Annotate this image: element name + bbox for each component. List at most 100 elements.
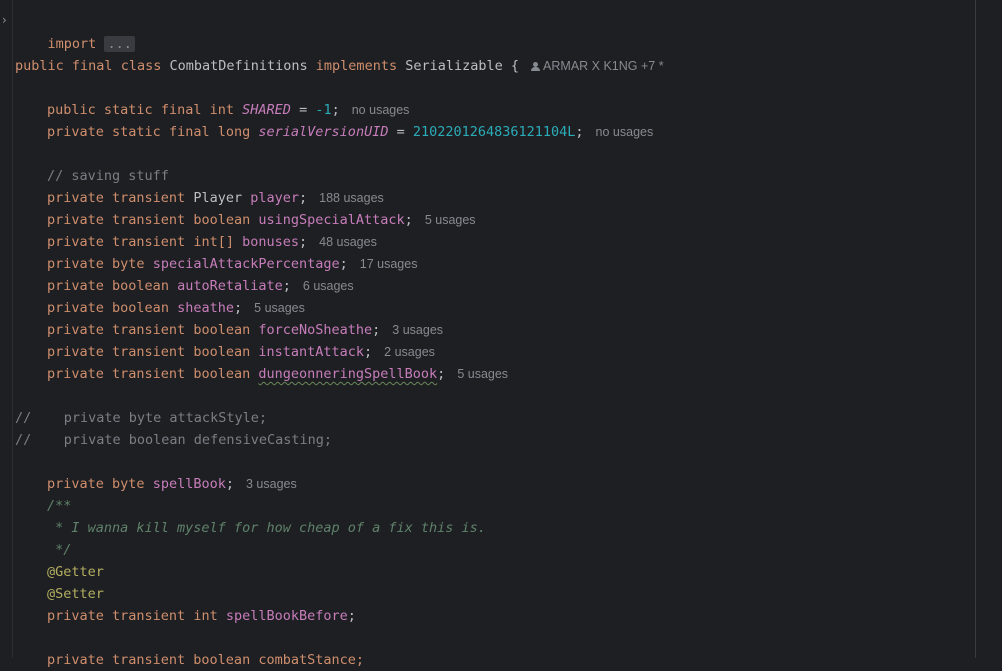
fold-chevron-icon[interactable]: › xyxy=(2,13,7,27)
field-type: Player xyxy=(193,190,243,206)
field-name: serialVersionUID xyxy=(258,124,389,140)
class-name: CombatDefinitions xyxy=(169,58,308,74)
field-value: 2102201264836121104L xyxy=(412,124,576,140)
gutter-divider xyxy=(12,0,13,658)
usages-hint[interactable]: 2 usages xyxy=(384,345,435,359)
kw-final: final xyxy=(160,102,202,118)
spellbook-field-line[interactable]: private byte spellBook; 3 usages xyxy=(47,473,297,495)
editor-gutter xyxy=(0,0,12,658)
field-name: sheathe xyxy=(177,300,234,316)
field-line[interactable]: private transient int[] bonuses; 48 usage… xyxy=(47,231,377,253)
field-type: boolean xyxy=(112,278,169,294)
kw-class: class xyxy=(120,58,162,74)
usages-hint[interactable]: 5 usages xyxy=(425,213,476,227)
field-line[interactable]: private byte specialAttackPercentage; 17 … xyxy=(47,253,417,275)
field-type: byte xyxy=(112,256,145,272)
usages-hint[interactable]: 5 usages xyxy=(457,367,508,381)
field-type: boolean xyxy=(193,212,251,228)
field-name: specialAttackPercentage xyxy=(152,256,340,272)
class-declaration-line[interactable]: public final class CombatDefinitions imp… xyxy=(15,55,664,77)
setter-annotation[interactable]: @Setter xyxy=(47,583,104,605)
authors-text: ARMAR X K1NG +7 * xyxy=(543,59,664,73)
type-int: int xyxy=(209,102,235,118)
field-name: SHARED xyxy=(242,102,291,118)
usages-hint[interactable]: 188 usages xyxy=(319,191,384,205)
javadoc-close[interactable]: */ xyxy=(47,539,71,561)
field-modifiers: private transient xyxy=(47,190,186,206)
field-line[interactable]: private transient boolean dungeonneringS… xyxy=(47,363,508,385)
usages-hint[interactable]: 17 usages xyxy=(360,257,418,271)
field-line[interactable]: private transient boolean forceNoSheathe… xyxy=(47,319,443,341)
field-name: spellBookBefore xyxy=(225,608,348,624)
field-modifiers: private transient xyxy=(47,344,186,360)
kw-public: public xyxy=(15,58,64,74)
import-keyword: import xyxy=(47,36,97,52)
semicolon: ; xyxy=(575,124,584,140)
field-name: autoRetaliate xyxy=(177,278,283,294)
commented-out-line[interactable]: // private byte attackStyle; xyxy=(15,407,267,429)
usages-hint[interactable]: 6 usages xyxy=(303,279,354,293)
equals: = xyxy=(388,124,413,140)
code-editor[interactable]: import ... public final class CombatDefi… xyxy=(15,0,970,668)
usages-hint[interactable]: 5 usages xyxy=(254,301,305,315)
field-type: boolean xyxy=(112,300,169,316)
field-modifiers: private xyxy=(47,256,104,272)
field-modifiers: private transient xyxy=(47,212,186,228)
field-modifiers: private transient xyxy=(47,322,186,338)
semicolon: ; xyxy=(347,608,356,624)
authors-hint[interactable]: ARMAR X K1NG +7 * xyxy=(531,59,664,73)
field-name: player xyxy=(250,190,300,206)
field-type: int xyxy=(193,608,218,624)
collapsed-imports[interactable]: ... xyxy=(104,36,135,52)
field-type: int[] xyxy=(193,234,234,250)
field-type: boolean xyxy=(193,366,251,382)
kw-public: public xyxy=(47,102,96,118)
field-name: spellBook xyxy=(152,476,226,492)
spellbook-before-field-line[interactable]: private transient int spellBookBefore; xyxy=(47,605,356,627)
field-modifiers: private xyxy=(47,278,104,294)
field-type: byte xyxy=(112,476,145,492)
javadoc-body[interactable]: * I wanna kill myself for how cheap of a… xyxy=(47,517,486,539)
serial-field-line[interactable]: private static final long serialVersionU… xyxy=(47,121,653,143)
kw-private: private xyxy=(47,124,104,140)
field-type: boolean xyxy=(193,344,251,360)
comment-line[interactable]: // saving stuff xyxy=(47,165,169,187)
commented-out-line[interactable]: // private boolean defensiveCasting; xyxy=(15,429,332,451)
javadoc-open[interactable]: /** xyxy=(47,495,71,517)
field-line[interactable]: private boolean sheathe; 5 usages xyxy=(47,297,305,319)
usages-hint[interactable]: 48 usages xyxy=(319,235,377,249)
field-name: usingSpecialAttack xyxy=(258,212,405,228)
field-modifiers: private xyxy=(47,300,104,316)
shared-field-line[interactable]: public static final int SHARED = -1; no u… xyxy=(47,99,409,121)
field-type: boolean xyxy=(193,322,251,338)
field-name: forceNoSheathe xyxy=(258,322,373,338)
import-line[interactable]: import ... xyxy=(15,11,135,52)
kw-final: final xyxy=(168,124,210,140)
open-brace: { xyxy=(510,58,520,74)
field-line[interactable]: private boolean autoRetaliate; 6 usages xyxy=(47,275,354,297)
kw-implements: implements xyxy=(315,58,398,74)
field-name: dungeonneringSpellBook xyxy=(258,366,438,382)
semicolon: ; xyxy=(331,102,340,118)
field-line[interactable]: private transient boolean instantAttack;… xyxy=(47,341,435,363)
kw-static: static xyxy=(112,124,161,140)
kw-final: final xyxy=(71,58,113,74)
equals: = xyxy=(290,102,316,118)
partial-field-line[interactable]: private transient boolean combatStance; xyxy=(47,649,364,671)
usages-hint[interactable]: no usages xyxy=(352,103,410,117)
right-margin-guide xyxy=(975,0,976,658)
interface-name: Serializable xyxy=(405,58,503,74)
person-icon xyxy=(531,62,541,72)
usages-hint[interactable]: 3 usages xyxy=(246,477,297,491)
field-name: instantAttack xyxy=(258,344,365,360)
usages-hint[interactable]: no usages xyxy=(596,125,654,139)
getter-annotation[interactable]: @Getter xyxy=(47,561,104,583)
type-long: long xyxy=(217,124,251,140)
field-value: -1 xyxy=(315,102,332,118)
field-line[interactable]: private transient Player player; 188 usag… xyxy=(47,187,384,209)
kw-static: static xyxy=(103,102,153,118)
field-modifiers: private transient xyxy=(47,366,186,382)
field-name: bonuses xyxy=(242,234,299,250)
field-line[interactable]: private transient boolean usingSpecialAt… xyxy=(47,209,476,231)
usages-hint[interactable]: 3 usages xyxy=(392,323,443,337)
